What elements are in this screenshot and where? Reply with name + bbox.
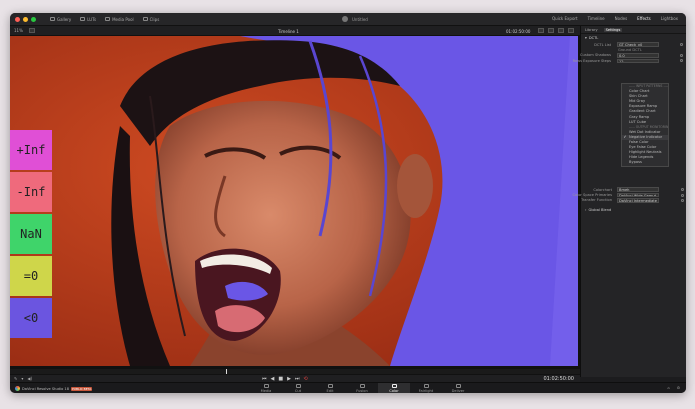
pen-icon[interactable]: ✎ bbox=[14, 376, 17, 381]
right-tabs: Quick Export Timeline Nodes Effects Ligh… bbox=[552, 16, 678, 21]
exposure-steps-slider[interactable]: 12 bbox=[617, 58, 659, 64]
luts-icon bbox=[80, 17, 86, 21]
corner-icons: ⌂ ⚙ bbox=[667, 386, 680, 390]
nav-gallery[interactable]: Gallery bbox=[50, 17, 71, 22]
page-color[interactable]: Color bbox=[378, 383, 410, 393]
title-bar: Gallery LUTs Media Pool Clips Untitled Q… bbox=[10, 13, 686, 26]
reset-icon[interactable] bbox=[681, 193, 684, 197]
legend-nan: NaN bbox=[10, 214, 52, 254]
screaming-woman-image bbox=[10, 36, 578, 366]
tab-library[interactable]: Library bbox=[585, 28, 598, 32]
zoom-window-button[interactable] bbox=[31, 16, 36, 22]
highlight-icon[interactable] bbox=[558, 28, 564, 33]
value-indicator-legend: +Inf -Inf NaN =0 <0 bbox=[10, 130, 52, 340]
colorchart-select[interactable]: Bmeh bbox=[617, 187, 659, 192]
section-title: DCTL bbox=[588, 36, 599, 40]
reset-icon[interactable] bbox=[680, 59, 683, 63]
tab-nodes[interactable]: Nodes bbox=[615, 16, 628, 21]
audio-icon[interactable]: ◀) bbox=[27, 376, 32, 381]
resolve-logo-icon bbox=[342, 16, 348, 22]
gallery-icon bbox=[50, 17, 55, 21]
split-view-icon[interactable] bbox=[538, 28, 544, 33]
deliver-icon bbox=[455, 384, 461, 388]
resolve-logo-icon bbox=[15, 386, 20, 391]
page-cut[interactable]: Cut bbox=[282, 383, 314, 393]
page-fusion[interactable]: Fusion bbox=[346, 383, 378, 393]
media-icon bbox=[263, 384, 269, 388]
project-title: Untitled bbox=[352, 16, 368, 22]
transfer-function-select[interactable]: DaVinci Intermediate bbox=[617, 198, 659, 203]
reset-icon[interactable] bbox=[680, 53, 683, 57]
tab-settings[interactable]: Settings bbox=[603, 27, 623, 32]
chevron-right-icon: › bbox=[585, 208, 587, 212]
tab-lightbox[interactable]: Lightbox bbox=[661, 16, 678, 21]
page-deliver[interactable]: Deliver bbox=[442, 383, 474, 393]
reset-icon[interactable] bbox=[681, 198, 684, 202]
custom-shadows-slider[interactable]: 0.0 bbox=[617, 53, 659, 58]
media-pool-icon bbox=[105, 17, 111, 21]
page-edit[interactable]: Edit bbox=[314, 383, 346, 393]
edit-icon bbox=[327, 384, 333, 388]
viewer-mode-icon[interactable] bbox=[28, 28, 35, 33]
page-fairlight[interactable]: Fairlight bbox=[410, 383, 442, 393]
beta-badge: PUBLIC BETA bbox=[71, 386, 93, 391]
home-icon[interactable]: ⌂ bbox=[667, 386, 669, 390]
dctl-list-select[interactable]: GT Check_v0 bbox=[617, 42, 659, 47]
legend-less-zero: <0 bbox=[10, 298, 52, 338]
viewer[interactable]: +Inf -Inf NaN =0 <0 bbox=[10, 36, 580, 374]
fusion-icon bbox=[359, 384, 365, 388]
close-window-button[interactable] bbox=[15, 16, 20, 22]
legend-plus-inf: +Inf bbox=[10, 130, 52, 170]
panel-tabs: Library Settings bbox=[581, 26, 686, 34]
timeline-selector[interactable]: Timeline 1 bbox=[278, 29, 299, 34]
tab-effects[interactable]: Effects bbox=[637, 16, 651, 21]
settings-panel: Library Settings ▾ DCTL DCTL List GT Che… bbox=[573, 26, 686, 377]
brand: DaVinci Resolve Studio 18 PUBLIC BETA bbox=[15, 386, 93, 391]
clips-icon bbox=[142, 17, 148, 21]
reset-icon[interactable] bbox=[680, 43, 683, 47]
dropdown-icon[interactable]: ▾ bbox=[21, 376, 23, 381]
viewer-image bbox=[10, 36, 578, 366]
page-tabs: Media Cut Edit Fusion Color Fairlight De… bbox=[250, 383, 474, 393]
lower-settings: Colorchart Bmeh Color Space Primaries Da… bbox=[573, 187, 686, 203]
top-nav: Gallery LUTs Media Pool Clips bbox=[50, 17, 159, 22]
ground-dctl-label: Ground DCTL bbox=[618, 47, 642, 52]
menu-item-bypass[interactable]: Bypass bbox=[622, 160, 668, 165]
exposure-steps-row: Rows Exposure Steps 12 bbox=[573, 58, 686, 64]
toolbar-timecode: 01:02:50:00 bbox=[506, 29, 531, 34]
page-media[interactable]: Media bbox=[250, 383, 282, 393]
gear-icon[interactable]: ⚙ bbox=[677, 386, 680, 390]
page-bar: DaVinci Resolve Studio 18 PUBLIC BETA Me… bbox=[10, 382, 686, 393]
legend-minus-inf: -Inf bbox=[10, 172, 52, 212]
global-blend-header[interactable]: › Global Blend bbox=[585, 208, 611, 212]
dctl-section-header[interactable]: ▾ DCTL bbox=[581, 34, 686, 42]
fairlight-icon bbox=[423, 384, 429, 388]
fullscreen-icon[interactable] bbox=[568, 28, 574, 33]
transport-left-tools: ✎ ▾ ◀) bbox=[14, 376, 32, 381]
brand-name: DaVinci Resolve Studio 18 bbox=[22, 386, 69, 391]
color-icon bbox=[391, 384, 397, 388]
legend-equal-zero: =0 bbox=[10, 256, 52, 296]
transfer-function-row: Transfer Function DaVinci Intermediate bbox=[581, 198, 686, 203]
tab-timeline[interactable]: Timeline bbox=[588, 16, 605, 21]
minimize-window-button[interactable] bbox=[23, 16, 28, 22]
tab-quick-export[interactable]: Quick Export bbox=[552, 16, 578, 21]
chevron-down-icon: ▾ bbox=[585, 36, 587, 40]
window-controls bbox=[15, 16, 36, 22]
color-space-select[interactable]: DaVinci Wide Gamut bbox=[617, 192, 659, 198]
zoom-level[interactable]: 11% bbox=[14, 28, 23, 33]
mode-dropdown-menu: ----- INPUT PATTERNS ----- Color Chart S… bbox=[621, 83, 669, 167]
nav-luts[interactable]: LUTs bbox=[80, 17, 96, 22]
reset-icon[interactable] bbox=[681, 188, 684, 192]
wipe-icon[interactable] bbox=[548, 28, 554, 33]
viewer-tools bbox=[538, 28, 574, 33]
nav-media-pool[interactable]: Media Pool bbox=[105, 17, 134, 22]
nav-clips[interactable]: Clips bbox=[142, 17, 159, 22]
cut-icon bbox=[295, 384, 301, 388]
transport-bar: ✎ ▾ ◀) ⏮ ◀ ■ ▶ ⏭ ⟲ 01:02:50:00 bbox=[10, 374, 580, 382]
window-title: Untitled bbox=[342, 16, 368, 22]
app-window: Gallery LUTs Media Pool Clips Untitled Q… bbox=[10, 13, 686, 393]
viewer-toolbar: 11% Timeline 1 01:02:50:00 bbox=[10, 26, 580, 36]
